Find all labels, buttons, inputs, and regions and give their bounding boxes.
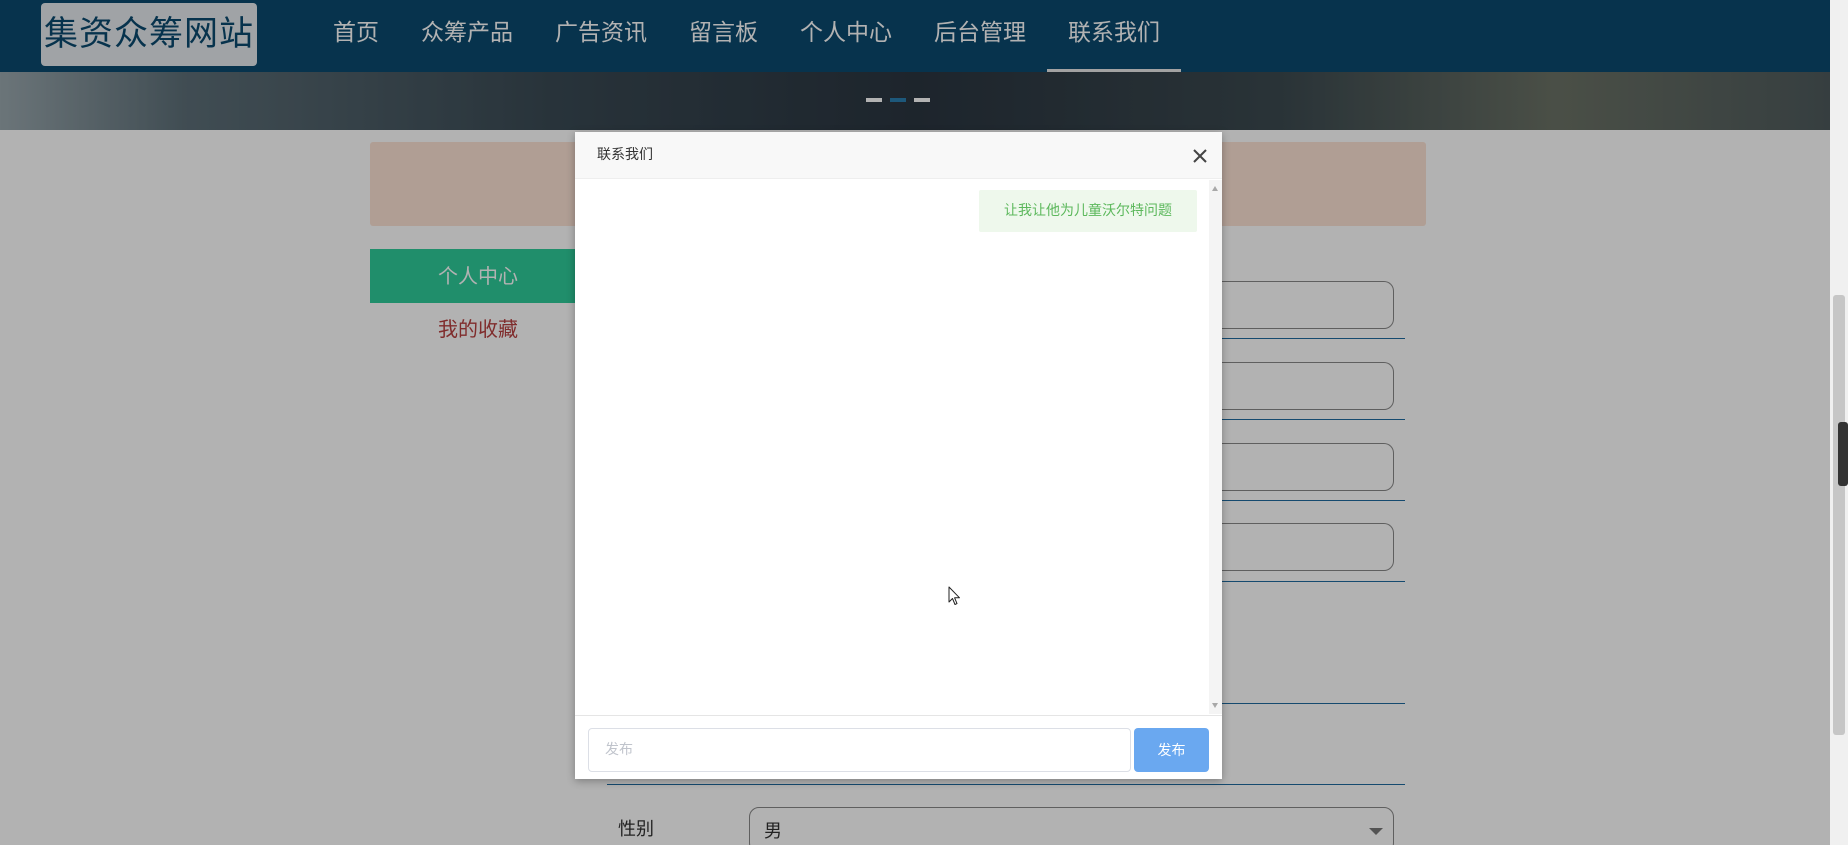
send-button[interactable]: 发布 (1134, 728, 1209, 772)
scroll-up-arrow-icon[interactable] (1212, 186, 1218, 191)
mouse-cursor-icon (948, 586, 960, 605)
contact-dialog: 联系我们 让我让他为儿童沃尔特问题 发布 (575, 132, 1222, 779)
page-scrollbar[interactable] (1830, 0, 1848, 845)
scroll-down-arrow-icon[interactable] (1212, 703, 1218, 708)
dialog-footer: 发布 (575, 715, 1222, 779)
dialog-title: 联系我们 (597, 147, 653, 163)
close-icon[interactable] (1190, 146, 1210, 166)
page-scrollbar-thumb[interactable] (1833, 295, 1845, 735)
chat-input[interactable] (588, 728, 1131, 772)
page-scrollbar-handle[interactable] (1838, 422, 1848, 486)
dialog-header: 联系我们 (575, 132, 1222, 179)
chat-scrollbar[interactable] (1209, 180, 1222, 714)
chat-messages: 让我让他为儿童沃尔特问题 (575, 180, 1209, 714)
chat-message: 让我让他为儿童沃尔特问题 (979, 190, 1197, 232)
